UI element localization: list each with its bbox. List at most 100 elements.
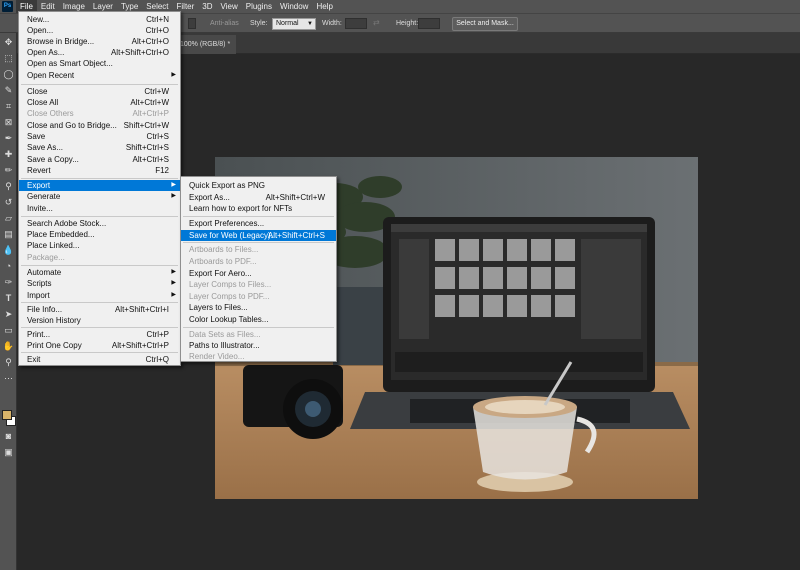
menu-item-save-as[interactable]: Save As... Shift+Ctrl+S [19,142,180,153]
more-tools-icon[interactable]: ⋯ [2,373,15,384]
menu-item-search-adobe-stock[interactable]: Search Adobe Stock... [19,218,180,229]
style-select[interactable]: Normal ▼ [272,18,316,30]
menu-item-save-for-web[interactable]: Save for Web (Legacy)... Alt+Shift+Ctrl+S [181,230,336,241]
submenu-arrow-icon: ▶ [171,193,176,199]
menu-item-export[interactable]: Export ▶ [19,180,180,191]
menu-plugins[interactable]: Plugins [242,0,276,13]
blur-tool-icon[interactable]: 💧 [2,245,15,256]
menu-view[interactable]: View [217,0,242,13]
menu-item-close-all[interactable]: Close All Alt+Ctrl+W [19,97,180,108]
screen-mode-icon[interactable]: ▣ [2,447,15,458]
menu-3d[interactable]: 3D [198,0,216,13]
height-input[interactable] [418,18,440,29]
menu-item-place-linked[interactable]: Place Linked... [19,240,180,251]
select-and-mask-button[interactable]: Select and Mask... [452,17,518,31]
menu-item-version-history[interactable]: Version History [19,315,180,326]
path-selection-tool-icon[interactable]: ➤ [2,309,15,320]
menu-item-label: Save for Web (Legacy)... [189,231,278,240]
clone-stamp-tool-icon[interactable]: ⚲ [2,181,15,192]
quick-select-tool-icon[interactable]: ✎ [2,85,15,96]
menu-item-label: Save a Copy... [27,155,79,164]
shortcut-label: Alt+Shift+Ctrl+W [265,193,325,202]
menu-item-open-as[interactable]: Open As... Alt+Shift+Ctrl+O [19,47,180,58]
menu-item-label: Quick Export as PNG [189,181,266,190]
frame-tool-icon[interactable]: ⊠ [2,117,15,128]
menu-item-automate[interactable]: Automate ▶ [19,267,180,278]
menu-item-label: Render Video... [189,352,245,361]
menu-item-layer-comps-to-files: Layer Comps to Files... [181,279,336,290]
submenu-arrow-icon: ▶ [171,182,176,188]
menu-item-open[interactable]: Open... Ctrl+O [19,25,180,36]
menu-item-export-for-aero[interactable]: Export For Aero... [181,268,336,279]
menu-separator [183,327,334,328]
menu-item-layers-to-files[interactable]: Layers to Files... [181,302,336,313]
document-tab[interactable]: 100% (RGB/8) * [176,35,237,54]
menu-item-label: Close and Go to Bridge... [27,121,117,130]
zoom-tool-icon[interactable]: ⚲ [2,357,15,368]
shortcut-label: Ctrl+W [144,87,169,96]
menu-item-export-preferences[interactable]: Export Preferences... [181,218,336,229]
menu-help[interactable]: Help [312,0,336,13]
crop-tool-icon[interactable]: ⌗ [2,101,15,112]
menu-item-export-as[interactable]: Export As... Alt+Shift+Ctrl+W [181,192,336,203]
menu-item-open-as-smart-object[interactable]: Open as Smart Object... [19,58,180,69]
menu-item-generate[interactable]: Generate ▶ [19,191,180,202]
menu-item-label: Save As... [27,143,64,152]
menu-item-save[interactable]: Save Ctrl+S [19,131,180,142]
eyedropper-tool-icon[interactable]: ✒ [2,133,15,144]
menu-item-scripts[interactable]: Scripts ▶ [19,278,180,289]
pen-tool-icon[interactable]: ✑ [2,277,15,288]
width-input[interactable] [345,18,367,29]
menu-item-label: Print... [27,330,51,339]
eraser-tool-icon[interactable]: ▱ [2,213,15,224]
menu-item-open-recent[interactable]: Open Recent ▶ [19,70,180,81]
menu-item-revert[interactable]: Revert F12 [19,165,180,176]
shortcut-label: Ctrl+Q [145,355,169,364]
lasso-tool-icon[interactable]: ◯ [2,69,15,80]
menu-item-print[interactable]: Print... Ctrl+P [19,329,180,340]
menu-item-artboards-to-files: Artboards to Files... [181,244,336,255]
menu-item-exit[interactable]: Exit Ctrl+Q [19,354,180,365]
menu-item-label: Version History [27,316,81,325]
menu-item-new[interactable]: New... Ctrl+N [19,14,180,25]
menu-item-paths-to-illustrator[interactable]: Paths to Illustrator... [181,340,336,351]
menu-item-close[interactable]: Close Ctrl+W [19,86,180,97]
hand-tool-icon[interactable]: ✋ [2,341,15,352]
dodge-tool-icon[interactable]: ◔ [2,261,15,272]
menu-item-browse-in-bridge[interactable]: Browse in Bridge... Alt+Ctrl+O [19,36,180,47]
menu-separator [21,302,178,303]
chevron-down-icon: ▼ [307,21,313,27]
menu-item-file-info[interactable]: File Info... Alt+Shift+Ctrl+I [19,304,180,315]
quick-mask-icon[interactable]: ◙ [2,431,15,442]
menu-item-close-and-go-to-bridge[interactable]: Close and Go to Bridge... Shift+Ctrl+W [19,120,180,131]
healing-brush-tool-icon[interactable]: ✚ [2,149,15,160]
menu-item-learn-export-nfts[interactable]: Learn how to export for NFTs [181,203,336,214]
menu-item-label: Export Preferences... [189,219,265,228]
menu-item-place-embedded[interactable]: Place Embedded... [19,229,180,240]
type-tool-icon[interactable]: T [2,293,15,304]
menu-separator [183,216,334,217]
menu-item-quick-export-png[interactable]: Quick Export as PNG [181,180,336,191]
menu-item-import[interactable]: Import ▶ [19,290,180,301]
menu-item-print-one-copy[interactable]: Print One Copy Alt+Shift+Ctrl+P [19,340,180,351]
anti-alias-checkbox[interactable] [188,18,196,29]
swap-icon[interactable]: ⇄ [373,18,382,29]
menu-item-label: Learn how to export for NFTs [189,204,293,213]
move-tool-icon[interactable]: ✥ [2,37,15,48]
menu-separator [183,242,334,243]
brush-tool-icon[interactable]: ✏ [2,165,15,176]
foreground-color-swatch[interactable] [2,410,12,420]
menu-item-artboards-to-pdf: Artboards to PDF... [181,256,336,267]
shortcut-label: Alt+Ctrl+O [131,37,169,46]
menu-item-label: Close [27,87,48,96]
menu-item-label: Export For Aero... [189,269,252,278]
marquee-tool-icon[interactable]: ⬚ [2,53,15,64]
gradient-tool-icon[interactable]: ▤ [2,229,15,240]
rectangle-tool-icon[interactable]: ▭ [2,325,15,336]
menu-item-invite[interactable]: Invite... [19,203,180,214]
menu-item-color-lookup-tables[interactable]: Color Lookup Tables... [181,314,336,325]
history-brush-tool-icon[interactable]: ↺ [2,197,15,208]
shortcut-label: F12 [155,166,169,175]
menu-item-save-a-copy[interactable]: Save a Copy... Alt+Ctrl+S [19,154,180,165]
menu-window[interactable]: Window [276,0,312,13]
